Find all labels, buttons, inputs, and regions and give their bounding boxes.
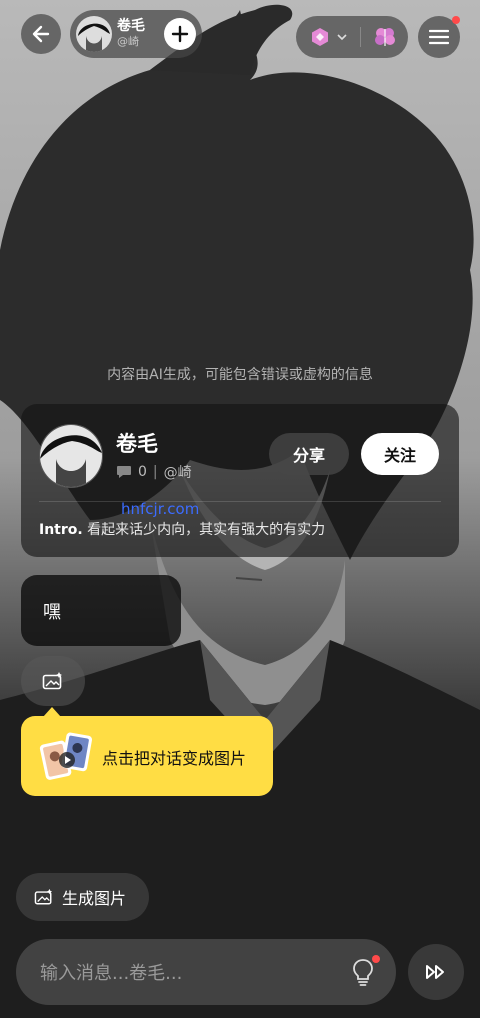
menu-icon (429, 29, 449, 45)
intro-body: 看起来话少内向，其实有强大的有实力 (87, 522, 326, 538)
convert-to-image-tooltip[interactable]: 点击把对话变成图片 (21, 707, 273, 796)
avatar (76, 16, 112, 52)
chat-count: 0 (138, 464, 147, 480)
intro-text: Intro. 看起来话少内向，其实有强大的有实力 (39, 519, 325, 539)
model-gem-icon (312, 28, 328, 46)
photo-cards-icon (39, 732, 93, 780)
inspiration-button[interactable] (346, 955, 380, 989)
generate-image-button[interactable]: 生成图片 (16, 873, 149, 921)
chat-bubble-icon (117, 466, 131, 478)
back-button[interactable] (21, 14, 61, 54)
fast-forward-icon (426, 965, 444, 979)
profile-name: 卷毛 (116, 432, 158, 456)
image-sparkle-icon (42, 672, 62, 690)
menu-button[interactable] (418, 16, 460, 58)
character-profile-chip[interactable]: 卷毛 @崎 (70, 10, 202, 58)
follow-button[interactable]: 关注 (361, 433, 439, 475)
lightbulb-icon (353, 959, 373, 986)
avatar[interactable] (39, 424, 103, 488)
add-button[interactable] (164, 18, 196, 50)
character-profile-card: 卷毛 0 | @崎 分享 关注 Intro. 看起来话少内向，其实有强大的有实力 (21, 404, 459, 557)
convert-to-image-button[interactable] (21, 656, 85, 706)
meta-separator: | (152, 464, 158, 480)
model-selector[interactable] (296, 16, 408, 58)
message-bubble[interactable]: 嘿 (21, 575, 181, 646)
back-arrow-icon (32, 25, 50, 43)
character-name: 卷毛 (117, 18, 145, 34)
generate-image-label: 生成图片 (62, 889, 127, 908)
share-button[interactable]: 分享 (269, 433, 349, 475)
tooltip-text: 点击把对话变成图片 (102, 749, 247, 768)
plus-icon (171, 25, 189, 43)
ai-disclaimer: 内容由AI生成，可能包含错误或虚构的信息 (107, 367, 373, 383)
continue-button[interactable] (408, 944, 464, 1000)
message-composer (16, 939, 396, 1007)
divider (360, 27, 361, 47)
brain-icon[interactable] (373, 26, 397, 48)
image-sparkle-icon (34, 888, 53, 905)
chevron-down-icon (337, 34, 347, 41)
intro-label: Intro. (39, 522, 83, 538)
message-text: 嘿 (43, 601, 61, 623)
watermark: hnfcjr.com (121, 500, 200, 518)
profile-meta: 0 | @崎 (116, 462, 192, 482)
notification-dot (452, 16, 460, 24)
message-input[interactable] (38, 939, 342, 1007)
character-handle: @崎 (117, 35, 139, 48)
notification-dot (372, 955, 380, 963)
card-divider (39, 501, 441, 502)
profile-handle: @崎 (163, 465, 192, 481)
